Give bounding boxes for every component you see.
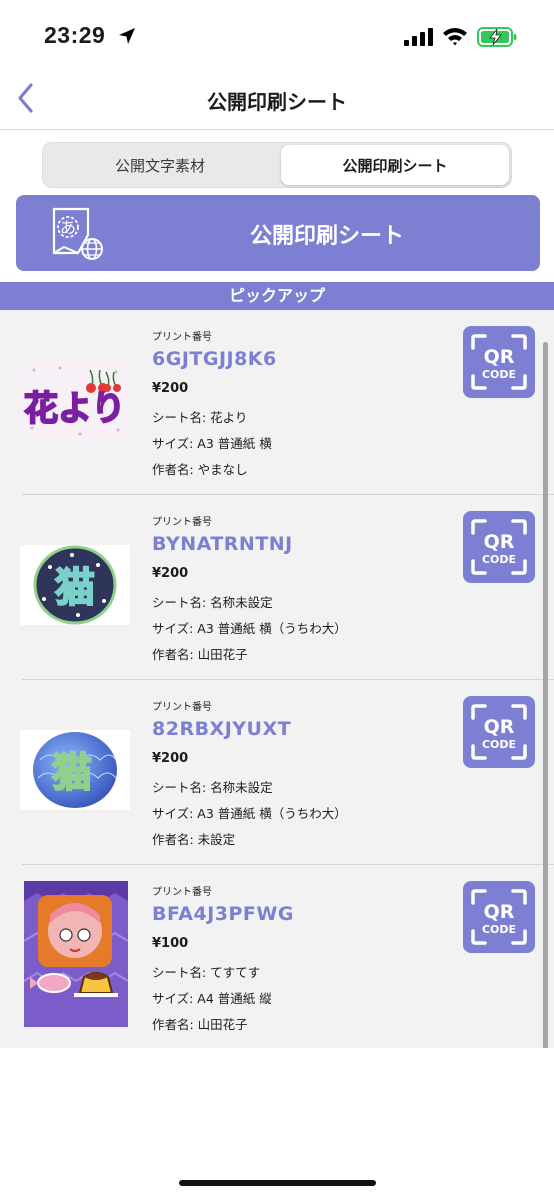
section-banner: あ 公開印刷シート [16, 195, 540, 271]
segmented-control: 公開文字素材 公開印刷シート [42, 142, 512, 188]
author-name: 作者名: やまなし [152, 462, 248, 477]
svg-text:CODE: CODE [482, 923, 516, 936]
svg-text:CODE: CODE [482, 738, 516, 751]
print-number-label: プリント番号 [152, 517, 212, 528]
battery-charging-icon [477, 27, 517, 47]
sheet-size: サイズ: A3 普通紙 横 [152, 436, 272, 451]
qr-code-icon: QR CODE [471, 704, 527, 760]
sheet-thumbnail[interactable] [24, 881, 128, 1027]
sheet-thumbnail[interactable]: 猫 [20, 730, 130, 810]
print-number-label: プリント番号 [152, 887, 212, 898]
print-number: 82RBXJYUXT [152, 718, 292, 740]
sheet-name: シート名: てすてす [152, 965, 261, 980]
banner-icon-glyph: あ [60, 218, 76, 237]
print-number: BFA4J3PFWG [152, 903, 294, 925]
status-time: 23:29 [44, 22, 106, 48]
sheet-name: シート名: 花より [152, 410, 248, 425]
svg-text:CODE: CODE [482, 553, 516, 566]
print-number-label: プリント番号 [152, 332, 212, 343]
sheet-size: サイズ: A3 普通紙 横（うちわ大） [152, 621, 347, 636]
print-number: 6GJTGJJ8K6 [152, 348, 277, 370]
print-sheet-list[interactable]: 花より プリント番号 6GJTGJJ8K6 ¥200 シート名: 花より サイズ… [0, 310, 554, 1048]
author-name: 作者名: 山田花子 [152, 647, 248, 662]
author-name: 作者名: 山田花子 [152, 1017, 248, 1032]
public-document-globe-icon: あ [52, 207, 103, 260]
list-item[interactable]: 猫 プリント番号 BYNATRNTNJ ¥200 シート名: 名称未設定 サイズ… [0, 495, 554, 680]
svg-text:QR: QR [484, 716, 515, 738]
banner-title: 公開印刷シート [249, 224, 404, 249]
segment-public-print-sheets[interactable]: 公開印刷シート [281, 145, 509, 185]
wifi-icon [443, 28, 467, 46]
price: ¥200 [152, 566, 189, 581]
print-number: BYNATRNTNJ [152, 533, 293, 555]
qr-code-button[interactable]: QR CODE [463, 881, 535, 953]
sheet-name: シート名: 名称未設定 [152, 595, 273, 610]
price: ¥100 [152, 936, 189, 951]
svg-text:QR: QR [484, 901, 515, 923]
qr-code-icon: QR CODE [471, 334, 527, 390]
qr-code-button[interactable]: QR CODE [463, 696, 535, 768]
svg-text:CODE: CODE [482, 368, 516, 381]
qr-code-icon: QR CODE [471, 519, 527, 575]
thumbnail-text: 花より [24, 389, 125, 429]
svg-text:QR: QR [484, 531, 515, 553]
page-title: 公開印刷シート [207, 90, 347, 114]
sheet-name: シート名: 名称未設定 [152, 780, 273, 795]
price: ¥200 [152, 381, 189, 396]
svg-text:QR: QR [484, 346, 515, 368]
navigation-bar: 公開印刷シート [0, 70, 554, 130]
home-indicator[interactable] [179, 1180, 376, 1186]
sheet-size: サイズ: A3 普通紙 横（うちわ大） [152, 806, 347, 821]
qr-code-icon: QR CODE [471, 889, 527, 945]
pickup-section-header: ピックアップ [0, 282, 554, 310]
segment-public-characters[interactable]: 公開文字素材 [45, 145, 275, 185]
list-item[interactable]: 猫 プリント番号 82RBXJYUXT ¥200 シート名: 名称未設定 サイズ… [0, 680, 554, 865]
thumbnail-text: 猫 [52, 750, 92, 796]
status-bar: 23:29 [0, 0, 554, 70]
scrollbar[interactable] [543, 342, 548, 1048]
qr-code-button[interactable]: QR CODE [463, 326, 535, 398]
sheet-thumbnail[interactable]: 猫 [20, 545, 130, 625]
qr-code-button[interactable]: QR CODE [463, 511, 535, 583]
price: ¥200 [152, 751, 189, 766]
sheet-thumbnail[interactable]: 花より [20, 360, 130, 440]
cellular-signal-icon [404, 28, 433, 46]
author-name: 作者名: 未設定 [152, 832, 236, 847]
app-screen: 23:29 公開印刷シート 公開文字素材 公開印刷シート あ 公開印刷シート ピ… [0, 0, 554, 1200]
list-item[interactable]: プリント番号 BFA4J3PFWG ¥100 シート名: てすてす サイズ: A… [0, 865, 554, 1048]
sheet-size: サイズ: A4 普通紙 縦 [152, 991, 272, 1006]
thumbnail-text: 猫 [55, 565, 95, 611]
print-number-label: プリント番号 [152, 702, 212, 713]
list-item[interactable]: 花より プリント番号 6GJTGJJ8K6 ¥200 シート名: 花より サイズ… [0, 310, 554, 495]
location-arrow-icon [119, 28, 135, 44]
